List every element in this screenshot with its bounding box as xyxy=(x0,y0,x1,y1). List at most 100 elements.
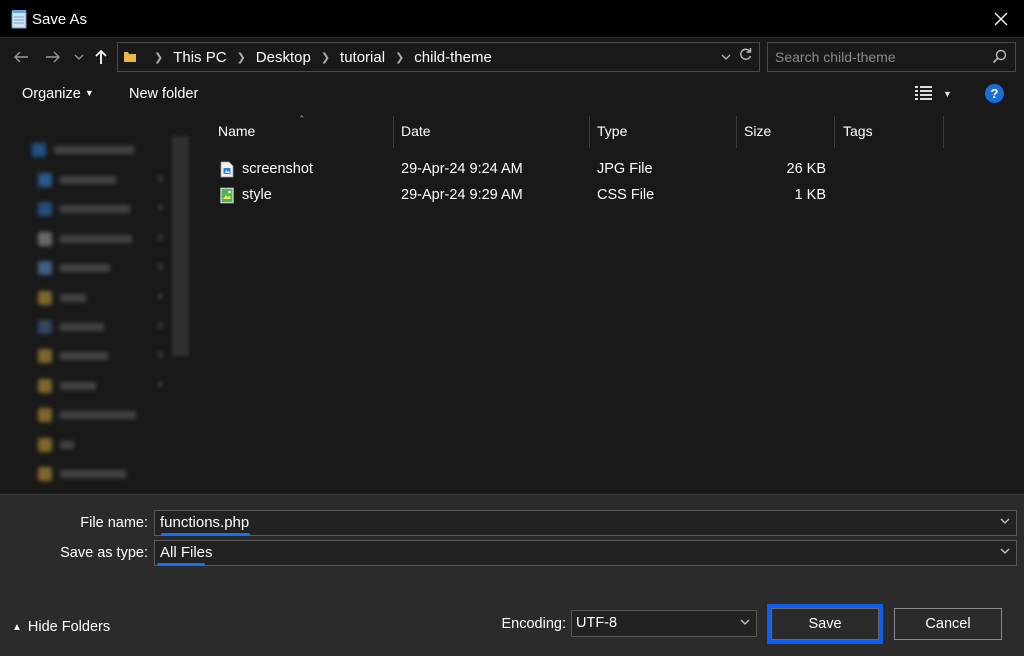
chevron-down-icon[interactable] xyxy=(1000,547,1010,558)
nav-item-quick-access[interactable] xyxy=(32,140,134,160)
chevron-right-icon: ❯ xyxy=(236,51,246,64)
title-bar: Save As xyxy=(0,0,1024,38)
highlight-underline xyxy=(157,563,205,566)
pin-icon: ✦ xyxy=(156,262,165,273)
save-type-label: Save as type: xyxy=(60,545,148,561)
file-name-value: functions.php xyxy=(160,514,250,531)
file-type: JPG File xyxy=(597,161,653,177)
nav-item-downloads[interactable] xyxy=(38,199,130,219)
pin-icon: ✦ xyxy=(156,350,165,361)
breadcrumb-child-theme[interactable]: child-theme xyxy=(414,49,492,66)
column-header-date[interactable]: Date xyxy=(393,114,589,148)
search-input[interactable] xyxy=(768,43,988,71)
new-folder-button[interactable]: New folder xyxy=(129,86,198,102)
nav-item-folder[interactable] xyxy=(38,288,86,308)
file-name-field[interactable]: functions.php xyxy=(154,510,1017,536)
file-date: 29-Apr-24 9:29 AM xyxy=(401,187,523,203)
column-header-size[interactable]: Size xyxy=(736,114,834,148)
chevron-right-icon: ❯ xyxy=(395,51,405,64)
encoding-label: Encoding: xyxy=(501,616,567,632)
pin-icon: ✦ xyxy=(156,292,165,303)
file-date: 29-Apr-24 9:24 AM xyxy=(401,161,523,177)
nav-item-videos[interactable] xyxy=(38,317,104,337)
organize-label: Organize xyxy=(22,86,81,102)
nav-item-folder[interactable] xyxy=(38,405,136,425)
nav-item-folder[interactable] xyxy=(38,464,126,484)
up-button[interactable] xyxy=(90,46,112,68)
nav-item-folder[interactable] xyxy=(38,376,96,396)
chevron-right-icon: ❯ xyxy=(320,51,331,64)
file-name-label: File name: xyxy=(80,515,148,531)
address-row: ❯ This PC ❯ Desktop ❯ tutorial ❯ child-t… xyxy=(0,38,1024,76)
address-history-dropdown[interactable] xyxy=(721,50,731,64)
recent-locations-button[interactable] xyxy=(68,46,90,68)
nav-item-desktop[interactable] xyxy=(38,170,116,190)
file-name: screenshot xyxy=(242,161,313,177)
refresh-icon xyxy=(740,48,752,60)
pin-icon: ✦ xyxy=(156,174,165,185)
pin-icon: ✦ xyxy=(156,233,165,244)
css-file-icon xyxy=(220,187,234,204)
nav-item-folder[interactable] xyxy=(38,435,74,455)
arrow-left-icon xyxy=(14,51,28,63)
close-button[interactable] xyxy=(978,0,1024,38)
pin-icon: ✦ xyxy=(156,321,165,332)
nav-item-documents[interactable] xyxy=(38,229,132,249)
command-bar: Organize ▼ New folder ▼ ? xyxy=(0,76,1024,114)
file-name: style xyxy=(242,187,272,203)
save-type-value: All Files xyxy=(160,544,213,561)
save-form: File name: functions.php Save as type: A… xyxy=(0,494,1024,656)
view-options-icon[interactable] xyxy=(914,85,934,101)
file-type: CSS File xyxy=(597,187,655,203)
organize-button[interactable]: Organize ▼ xyxy=(22,86,94,102)
encoding-select[interactable]: UTF-8 xyxy=(571,610,757,637)
breadcrumb-this-pc[interactable]: This PC xyxy=(173,49,226,66)
encoding-value: UTF-8 xyxy=(576,615,618,631)
arrow-up-icon xyxy=(95,49,107,64)
arrow-right-icon xyxy=(46,51,60,63)
help-icon[interactable]: ? xyxy=(985,84,1004,103)
address-bar[interactable]: ❯ This PC ❯ Desktop ❯ tutorial ❯ child-t… xyxy=(117,42,760,72)
table-row[interactable]: style 29-Apr-24 9:29 AM CSS File 1 KB xyxy=(214,184,834,208)
pin-icon: ✦ xyxy=(156,203,165,214)
breadcrumb-desktop[interactable]: Desktop xyxy=(256,49,311,66)
breadcrumb: ❯ This PC ❯ Desktop ❯ tutorial ❯ child-t… xyxy=(144,43,492,71)
file-size: 1 KB xyxy=(794,187,826,203)
column-header-name[interactable]: Name xyxy=(210,114,394,148)
chevron-down-icon xyxy=(74,54,84,60)
column-header-type[interactable]: Type xyxy=(589,114,736,148)
search-icon xyxy=(992,49,1007,64)
back-button[interactable] xyxy=(10,46,32,68)
cancel-button[interactable]: Cancel xyxy=(894,608,1002,640)
caret-down-icon: ▼ xyxy=(84,88,94,98)
save-type-select[interactable]: All Files xyxy=(154,540,1017,566)
window-title: Save As xyxy=(32,11,88,28)
chevron-down-icon xyxy=(740,618,750,629)
image-file-icon xyxy=(220,161,234,178)
column-header-tags[interactable]: Tags xyxy=(835,114,943,148)
pin-icon: ✦ xyxy=(156,380,165,391)
chevron-down-icon[interactable] xyxy=(1000,517,1010,528)
file-list[interactable]: ⌃ Name Date Type Size Tags screenshot 29… xyxy=(196,114,1024,494)
breadcrumb-tutorial[interactable]: tutorial xyxy=(340,49,385,66)
hide-folders-label: Hide Folders xyxy=(27,619,111,635)
chevron-down-icon xyxy=(721,54,731,60)
search-box[interactable] xyxy=(767,42,1016,72)
table-row[interactable]: screenshot 29-Apr-24 9:24 AM JPG File 26… xyxy=(214,158,834,182)
save-button[interactable]: Save xyxy=(767,604,883,644)
nav-item-folder[interactable] xyxy=(38,346,108,366)
save-label: Save xyxy=(808,616,842,632)
close-icon xyxy=(994,12,1008,26)
hide-folders-button[interactable]: ▲ Hide Folders xyxy=(12,619,110,635)
view-dropdown-icon[interactable]: ▼ xyxy=(943,89,952,99)
refresh-button[interactable] xyxy=(738,47,753,67)
notepad-icon xyxy=(11,10,27,29)
highlight-underline xyxy=(161,533,250,536)
caret-up-icon: ▲ xyxy=(12,622,22,633)
file-size: 26 KB xyxy=(786,161,827,177)
nav-scrollbar[interactable] xyxy=(172,136,189,356)
nav-item-pictures[interactable] xyxy=(38,258,110,278)
forward-button[interactable] xyxy=(42,46,64,68)
navigation-pane[interactable]: ✦ ✦ ✦ ✦ ✦ ✦ ✦ ✦ xyxy=(0,114,196,494)
folder-icon xyxy=(124,52,136,62)
